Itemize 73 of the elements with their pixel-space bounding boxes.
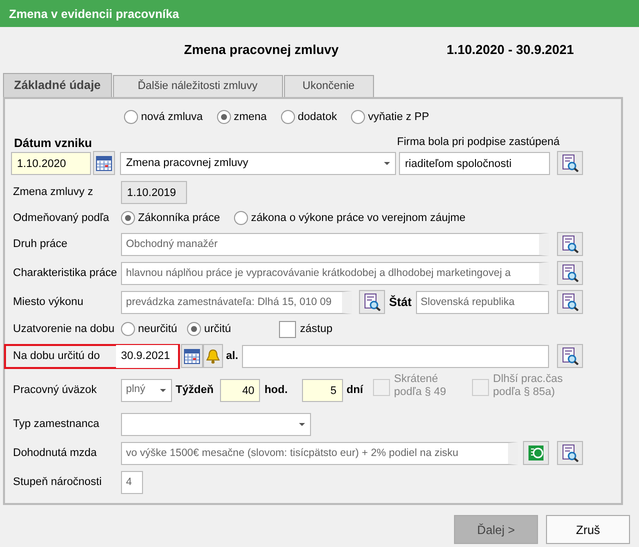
- dropdown[interactable]: Zmena pracovnej zmluvy: [120, 152, 396, 174]
- radio-button[interactable]: zmena: [216, 108, 267, 126]
- form-title: Zmena pracovnej zmluvy: [184, 41, 339, 60]
- field-label: Typ zamestnanca: [12, 416, 100, 432]
- date-field[interactable]: 30.9.2021: [116, 344, 178, 368]
- document-search-icon: [561, 154, 579, 172]
- tab[interactable]: Ukončenie: [284, 75, 374, 97]
- lookup-button[interactable]: [557, 290, 583, 314]
- lookup-button[interactable]: [557, 261, 583, 285]
- number-field[interactable]: 4: [121, 470, 143, 494]
- field-label: Týždeň: [176, 382, 214, 398]
- radio-button[interactable]: nová zmluva: [124, 108, 203, 126]
- lookup-button[interactable]: [557, 151, 583, 175]
- lookup-button[interactable]: [557, 441, 583, 465]
- date-field[interactable]: 1.10.2020: [11, 152, 91, 174]
- field-label: Firma bola pri podpise zastúpená: [397, 135, 560, 150]
- text-area[interactable]: Obchodný manažér: [121, 232, 549, 256]
- field-label: Miesto výkonu: [12, 294, 84, 310]
- radio-button[interactable]: Zákonníka práce: [121, 210, 220, 226]
- lookup-button[interactable]: [557, 232, 583, 256]
- checkbox: Dlhší prac.čas podľa § 85a): [472, 373, 584, 400]
- field-label: Charakteristika práce: [12, 266, 118, 281]
- calendar-button[interactable]: [181, 344, 203, 368]
- calendar-icon: [184, 348, 200, 364]
- text-area[interactable]: hlavnou náplňou práce je vypracovávanie krátkodobej a dlhodobej marketingovej a: [121, 262, 549, 284]
- document-search-icon: [561, 444, 579, 462]
- dropdown[interactable]: plný: [121, 378, 172, 402]
- radio-button[interactable]: určitú: [187, 320, 232, 338]
- text-area[interactable]: vo výške 1500€ mesačne (slovom: tisícpätsto eur) + 2% podiel na zisku: [121, 442, 518, 464]
- contract-period: 1.10.2020 - 30.9.2021: [446, 41, 574, 60]
- input-field[interactable]: Slovenská republika: [416, 290, 549, 314]
- field-label: Uzatvorenie na dobu: [12, 322, 116, 337]
- calendar-button[interactable]: [93, 151, 115, 175]
- bell-icon: [206, 348, 220, 364]
- lookup-button[interactable]: [557, 344, 583, 368]
- field-label: Dohodnutá mzda: [12, 446, 98, 461]
- document-search-icon: [561, 293, 579, 311]
- number-field[interactable]: 40: [220, 378, 260, 402]
- input-field[interactable]: riaditeľom spoločnosti: [399, 152, 550, 174]
- field-label: Stupeň náročnosti: [12, 474, 103, 490]
- field-label: Na dobu určitú do: [12, 348, 101, 364]
- document-search-icon: [362, 293, 381, 311]
- text-area[interactable]: prevádzka zamestnávateľa: Dlhá 15, 010 09: [121, 290, 352, 314]
- banknote-icon: [528, 445, 544, 461]
- document-search-icon: [561, 235, 579, 253]
- money-button[interactable]: [523, 441, 549, 465]
- field-label: Štát: [388, 294, 412, 311]
- alarm-button[interactable]: [203, 344, 223, 368]
- field-label: dní: [346, 382, 364, 398]
- document-search-icon: [561, 347, 579, 365]
- radio-button[interactable]: vyňatie z PP: [350, 108, 430, 126]
- date-field[interactable]: 1.10.2019: [121, 180, 187, 204]
- calendar-icon: [96, 156, 112, 170]
- number-field[interactable]: 5: [302, 378, 343, 402]
- lookup-button[interactable]: [358, 290, 385, 314]
- radio-button[interactable]: neurčitú: [121, 320, 178, 338]
- radio-button[interactable]: zákona o výkone práce vo verejnom záujme: [234, 210, 466, 226]
- input-field[interactable]: [242, 344, 549, 368]
- cancel-button[interactable]: Zruš: [546, 515, 630, 544]
- window-title: Zmena v evidencii pracovníka: [0, 0, 639, 27]
- field-label: al.: [226, 348, 238, 364]
- field-label: Zmena zmluvy z: [12, 184, 94, 200]
- document-search-icon: [561, 264, 579, 282]
- checkbox: Skrátené podľa § 49: [373, 373, 454, 400]
- field-label: hod.: [264, 382, 288, 398]
- radio-button[interactable]: dodatok: [280, 108, 337, 126]
- field-label: Druh práce: [12, 236, 68, 252]
- checkbox[interactable]: zástup: [279, 320, 332, 338]
- field-label: Dátum vzniku: [13, 135, 94, 151]
- tab[interactable]: Ďalšie náležitosti zmluvy: [112, 75, 283, 97]
- field-label: Pracovný úväzok: [12, 382, 98, 398]
- field-label: Odmeňovaný podľa: [12, 210, 110, 226]
- tab[interactable]: Základné údaje: [3, 73, 112, 97]
